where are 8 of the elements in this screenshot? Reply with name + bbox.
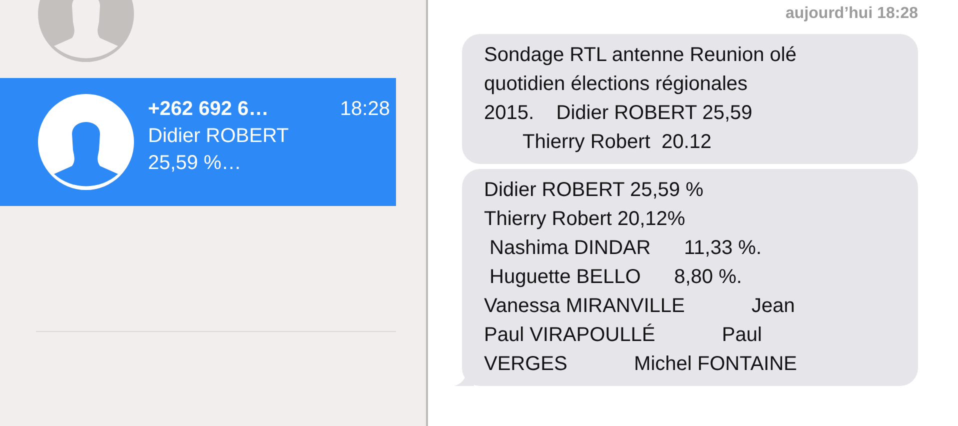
message-preview: Didier ROBERT 25,59 %… (148, 124, 290, 176)
message-time: 18:28 (340, 97, 390, 121)
timestamp: aujourd’hui 18:28 (786, 4, 918, 24)
message-text: Sondage RTL antenne Reunion olé quotidien élections régionales 2015. Didier ROBERT 25,59 Thierry Robert 20.12 (484, 43, 798, 155)
conversation-item[interactable]: +262 692 6… 18:28 Didier ROBERT 25,59 %… (0, 78, 396, 206)
contact-avatar-icon (38, 94, 134, 190)
message-text: Didier ROBERT 25,59 % Thierry Robert 20,12% Nashima DINDAR 11,33 %. Huguette BELLO 8,80 %. Vanessa MIRANVILLE Jean Paul VIRAPOULLÉ Paul VERGES Michel FONTAINE (484, 178, 798, 377)
sender-name: +262 692 6… (148, 97, 269, 121)
